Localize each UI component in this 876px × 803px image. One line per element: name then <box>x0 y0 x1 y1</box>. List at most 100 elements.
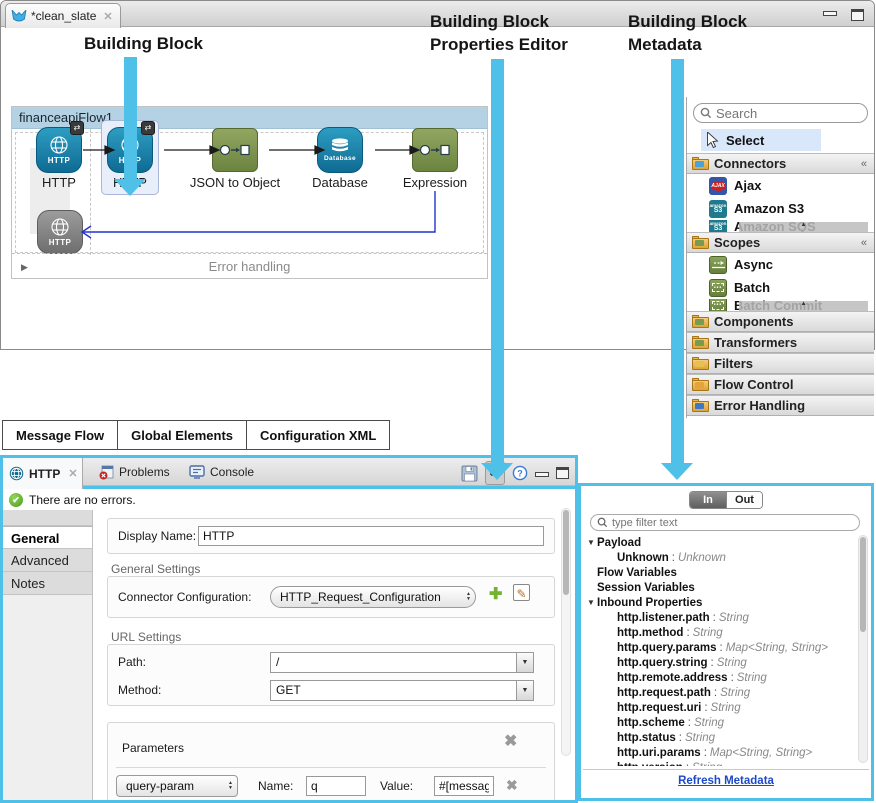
palette-search-input[interactable] <box>716 106 846 121</box>
maximize-icon[interactable] <box>556 467 569 479</box>
remove-parameter-icon[interactable]: ✖ <box>506 777 518 794</box>
palette-section-filters[interactable]: Filters <box>687 353 874 374</box>
metadata-tree-item-flow-variables[interactable]: Flow Variables <box>587 565 849 580</box>
tree-expanded-icon[interactable]: ▼ <box>587 538 597 547</box>
metadata-tree-item-http-uri-params[interactable]: http.uri.params:Map<String, String> <box>587 745 849 760</box>
chevron-down-icon[interactable]: ▼ <box>516 653 533 672</box>
palette-item-amazon-s3[interactable]: amazonS3Amazon S3 <box>687 197 874 220</box>
palette-select-tool[interactable]: Select <box>701 129 821 151</box>
palette-section-components[interactable]: Components <box>687 311 874 332</box>
palette-item-batch-commit[interactable]: •••Batch Commit▲ <box>687 299 874 311</box>
minimize-icon[interactable] <box>535 472 549 477</box>
properties-scrollbar[interactable] <box>561 508 571 756</box>
search-icon <box>700 107 712 119</box>
help-icon[interactable]: ? <box>512 465 528 481</box>
palette-item-label: Batch <box>734 280 770 295</box>
tree-type-separator: : <box>701 747 710 759</box>
tab-clean-slate[interactable]: *clean_slate ✕ <box>5 3 121 28</box>
maximize-icon[interactable] <box>851 9 864 21</box>
metadata-tree-item-unknown[interactable]: Unknown:Unknown <box>587 550 849 565</box>
expander-icon[interactable]: ▶ <box>21 262 28 273</box>
tab-console[interactable]: Console <box>189 458 254 486</box>
scroll-more-overlay: ▲ <box>739 301 868 311</box>
metadata-tree-item-http-remote-address[interactable]: http.remote.address:String <box>587 670 849 685</box>
tab-label: Problems <box>119 465 170 479</box>
tree-type-separator: : <box>711 687 720 699</box>
tab-http[interactable]: HTTP ✕ <box>3 458 83 489</box>
metadata-tree-item-session-variables[interactable]: Session Variables <box>587 580 849 595</box>
tree-type-separator: : <box>676 732 685 744</box>
batch-icon: ••• <box>709 279 727 297</box>
metadata-tree-item-http-scheme[interactable]: http.scheme:String <box>587 715 849 730</box>
palette-item-async[interactable]: Async <box>687 253 874 276</box>
tab-message-flow[interactable]: Message Flow <box>2 420 118 450</box>
palette-item-ajax[interactable]: AJAXAjax <box>687 174 874 197</box>
metadata-tree-item-http-listener-path[interactable]: http.listener.path:String <box>587 610 849 625</box>
folder-icon <box>692 236 709 249</box>
tree-expanded-icon[interactable]: ▼ <box>587 598 597 607</box>
chevron-down-icon[interactable]: ▼ <box>516 681 533 700</box>
palette-section-transformers[interactable]: Transformers <box>687 332 874 353</box>
param-value-input[interactable] <box>434 776 494 796</box>
properties-editor-panel: HTTP ✕ Problems Console ? ✔ There are no… <box>0 455 578 803</box>
collapse-icon[interactable]: « <box>861 237 867 249</box>
metadata-tree-item-http-request-uri[interactable]: http.request.uri:String <box>587 700 849 715</box>
metadata-tree-item-inbound-properties[interactable]: ▼Inbound Properties <box>587 595 849 610</box>
tree-item-name: http.request.uri <box>617 702 701 714</box>
tree-item-type: String <box>711 702 741 714</box>
scrollbar-thumb[interactable] <box>860 537 866 632</box>
metadata-tree-item-http-status[interactable]: http.status:String <box>587 730 849 745</box>
method-dropdown[interactable]: GET ▼ <box>270 680 534 701</box>
metadata-tree: ▼PayloadUnknown:UnknownFlow VariablesSes… <box>587 535 849 766</box>
console-icon <box>189 465 205 479</box>
building-block-arrow <box>124 57 137 180</box>
out-toggle[interactable]: Out <box>726 492 762 508</box>
metadata-tree-item-http-request-path[interactable]: http.request.path:String <box>587 685 849 700</box>
collapse-icon[interactable]: « <box>861 158 867 170</box>
param-name-input[interactable] <box>306 776 366 796</box>
tree-type-separator: : <box>701 702 710 714</box>
in-toggle[interactable]: In <box>690 492 726 508</box>
tab-configuration-xml[interactable]: Configuration XML <box>247 420 390 450</box>
metadata-filter-input[interactable] <box>612 517 853 529</box>
metadata-scrollbar[interactable] <box>858 535 868 763</box>
palette-section-error-handling[interactable]: Error Handling <box>687 395 874 416</box>
side-tab-notes[interactable]: Notes <box>3 572 92 595</box>
error-handling-bar[interactable]: ▶ Error handling <box>12 253 487 278</box>
param-type-value: query-param <box>126 779 194 793</box>
tab-problems[interactable]: Problems <box>99 458 170 486</box>
palette-section-scopes[interactable]: Scopes« <box>687 232 874 253</box>
close-icon[interactable]: ✕ <box>68 467 77 480</box>
tree-item-type: String <box>692 762 722 767</box>
tree-item-name: Unknown <box>617 552 669 564</box>
close-icon[interactable]: ✕ <box>103 10 112 23</box>
tab-global-elements[interactable]: Global Elements <box>118 420 247 450</box>
palette-search-box[interactable] <box>693 103 868 123</box>
metadata-arrow <box>671 59 684 464</box>
tree-type-separator: : <box>710 612 719 624</box>
folder-icon <box>692 157 709 170</box>
path-dropdown[interactable]: / ▼ <box>270 652 534 673</box>
metadata-tree-item-http-version[interactable]: http.version:String <box>587 760 849 766</box>
metadata-filter-box[interactable] <box>590 514 860 531</box>
side-tab-general[interactable]: General <box>3 526 92 549</box>
add-config-icon[interactable]: ✚ <box>489 584 502 604</box>
connector-config-dropdown[interactable]: HTTP_Request_Configuration ▲▼ <box>270 586 476 608</box>
side-tab-advanced[interactable]: Advanced <box>3 549 92 572</box>
metadata-tree-item-http-query-string[interactable]: http.query.string:String <box>587 655 849 670</box>
minimize-icon[interactable] <box>823 11 837 16</box>
metadata-tree-item-http-method[interactable]: http.method:String <box>587 625 849 640</box>
save-icon[interactable] <box>461 465 478 482</box>
param-type-dropdown[interactable]: query-param ▲▼ <box>116 775 238 797</box>
palette-item-batch[interactable]: ••• Batch <box>687 276 874 299</box>
edit-config-icon[interactable]: ✎ <box>513 584 530 601</box>
palette-item-amazon-sqs[interactable]: amazonS3Amazon SQS▲ <box>687 220 874 232</box>
scrollbar-thumb[interactable] <box>563 510 569 595</box>
metadata-tree-item-http-query-params[interactable]: http.query.params:Map<String, String> <box>587 640 849 655</box>
clear-parameters-icon[interactable]: ✖ <box>504 731 517 751</box>
refresh-metadata-link[interactable]: Refresh Metadata <box>581 775 871 787</box>
palette-section-connectors[interactable]: Connectors« <box>687 153 874 174</box>
palette-section-flow-control[interactable]: Flow Control <box>687 374 874 395</box>
metadata-tree-item-payload[interactable]: ▼Payload <box>587 535 849 550</box>
display-name-input[interactable] <box>198 526 544 546</box>
